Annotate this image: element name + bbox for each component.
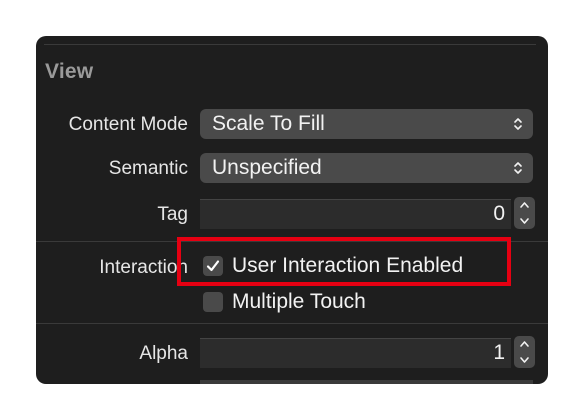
inspector-panel: View Content Mode Scale To Fill Semantic… bbox=[36, 36, 548, 384]
chevron-up-icon bbox=[520, 202, 529, 208]
tag-field[interactable]: 0 bbox=[200, 199, 511, 229]
content-mode-value: Scale To Fill bbox=[212, 112, 325, 135]
chevron-up-icon bbox=[520, 341, 529, 347]
section-divider bbox=[36, 323, 548, 324]
interaction-label: Interaction bbox=[99, 257, 188, 278]
chevron-up-down-icon bbox=[514, 118, 522, 130]
semantic-value: Unspecified bbox=[212, 156, 322, 179]
section-title: View bbox=[45, 60, 94, 83]
alpha-field[interactable]: 1 bbox=[200, 338, 511, 368]
top-divider bbox=[44, 44, 536, 45]
tag-stepper[interactable] bbox=[514, 197, 535, 229]
tag-stepper-up[interactable] bbox=[514, 197, 535, 213]
next-field-stub bbox=[200, 380, 533, 384]
alpha-label: Alpha bbox=[139, 343, 188, 364]
chevron-down-icon bbox=[520, 357, 529, 363]
multiple-touch-checkbox[interactable] bbox=[203, 292, 223, 312]
semantic-label: Semantic bbox=[108, 158, 188, 179]
highlight-box bbox=[177, 237, 511, 286]
alpha-stepper-down[interactable] bbox=[514, 352, 535, 368]
tag-stepper-down[interactable] bbox=[514, 213, 535, 229]
alpha-stepper[interactable] bbox=[514, 336, 535, 368]
chevron-down-icon bbox=[520, 218, 529, 224]
content-mode-popup[interactable]: Scale To Fill bbox=[200, 109, 533, 139]
alpha-stepper-up[interactable] bbox=[514, 336, 535, 352]
tag-label: Tag bbox=[157, 204, 188, 225]
semantic-popup[interactable]: Unspecified bbox=[200, 153, 533, 183]
chevron-up-down-icon bbox=[514, 162, 522, 174]
multiple-touch-label: Multiple Touch bbox=[232, 290, 366, 313]
content-mode-label: Content Mode bbox=[68, 114, 188, 135]
